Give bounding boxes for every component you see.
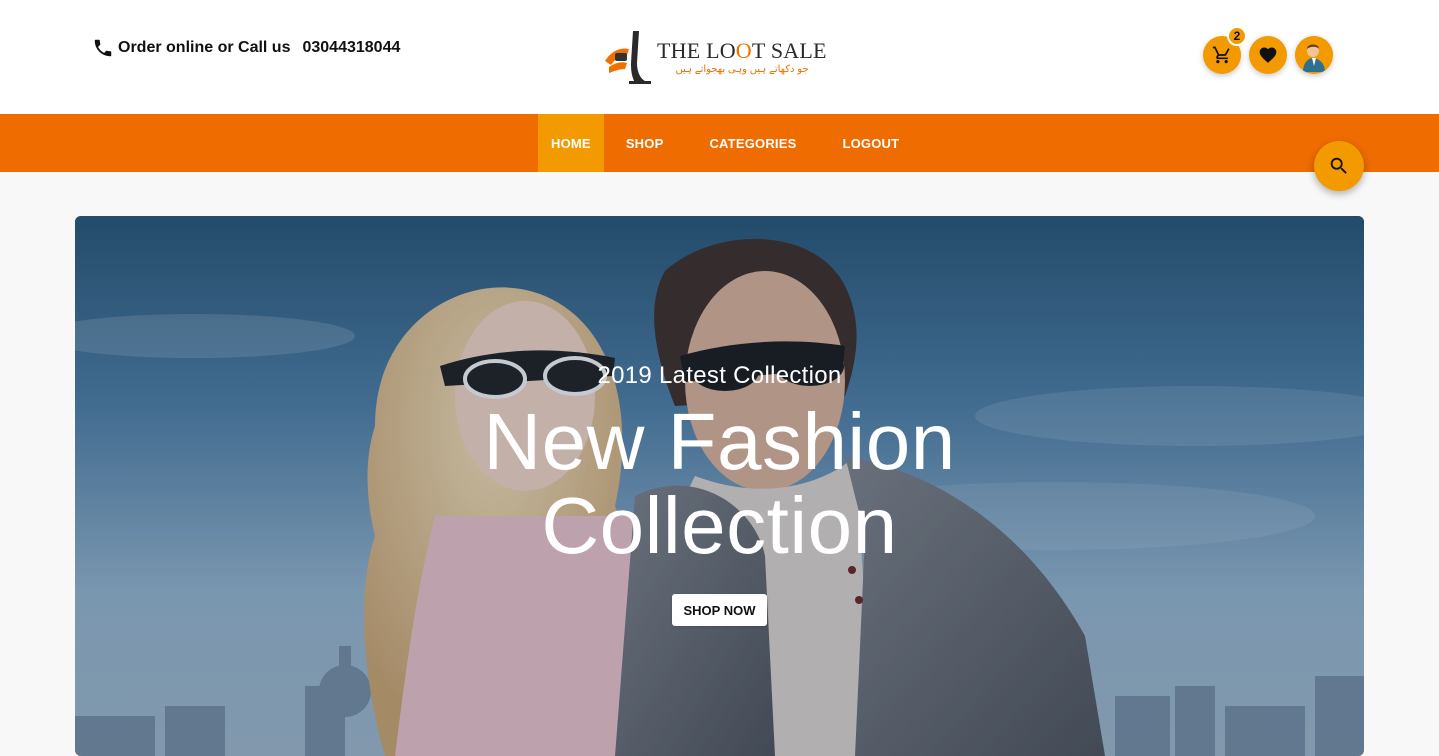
nav-item-shop[interactable]: SHOP <box>602 114 688 172</box>
wishlist-button[interactable] <box>1249 36 1287 74</box>
search-button[interactable] <box>1314 141 1364 191</box>
nav-item-logout[interactable]: LOGOUT <box>818 114 923 172</box>
carousel-prev-arrow[interactable]: ‹ <box>52 475 68 492</box>
nav-item-categories[interactable]: CATEGORIES <box>685 114 820 172</box>
hero-title: New Fashion Collection <box>75 400 1364 568</box>
nav-menu: HOME SHOP CATEGORIES LOGOUT <box>538 114 923 172</box>
search-icon <box>1330 157 1347 174</box>
hero-subtitle: 2019 Latest Collection <box>597 362 842 389</box>
contact-text: Order online or Call us <box>118 39 291 56</box>
nav-item-home[interactable]: HOME <box>538 114 604 172</box>
hero-title-line-1: New Fashion <box>483 397 956 486</box>
phone-icon <box>94 39 112 57</box>
cart-count-badge: 2 <box>1227 26 1247 46</box>
header-actions: 2 <box>1203 26 1333 74</box>
user-avatar-icon[interactable] <box>1295 36 1333 74</box>
contact-info: Order online or Call us 03044318044 <box>92 37 400 59</box>
carousel-next-arrow[interactable]: › <box>1370 475 1386 492</box>
logo-tagline: جو دکھاتے ہیں وہی بھجواتے ہیں <box>675 63 809 75</box>
heart-icon <box>1259 47 1277 63</box>
logo-mark-icon <box>603 29 655 85</box>
phone-number[interactable]: 03044318044 <box>302 39 400 57</box>
hero-banner: 2019 Latest Collection New Fashion Colle… <box>75 216 1364 756</box>
cart-button[interactable]: 2 <box>1203 26 1247 74</box>
site-header: Order online or Call us 03044318044 THE … <box>0 0 1439 114</box>
main-nav: HOME SHOP CATEGORIES LOGOUT <box>0 114 1439 172</box>
shop-now-button[interactable]: SHOP NOW <box>672 594 767 626</box>
logo-title: THE LOOT SALE <box>657 37 827 63</box>
cart-icon <box>1212 46 1230 64</box>
site-logo[interactable]: THE LOOT SALE جو دکھاتے ہیں وہی بھجواتے … <box>603 28 826 86</box>
hero-title-line-2: Collection <box>541 481 898 570</box>
